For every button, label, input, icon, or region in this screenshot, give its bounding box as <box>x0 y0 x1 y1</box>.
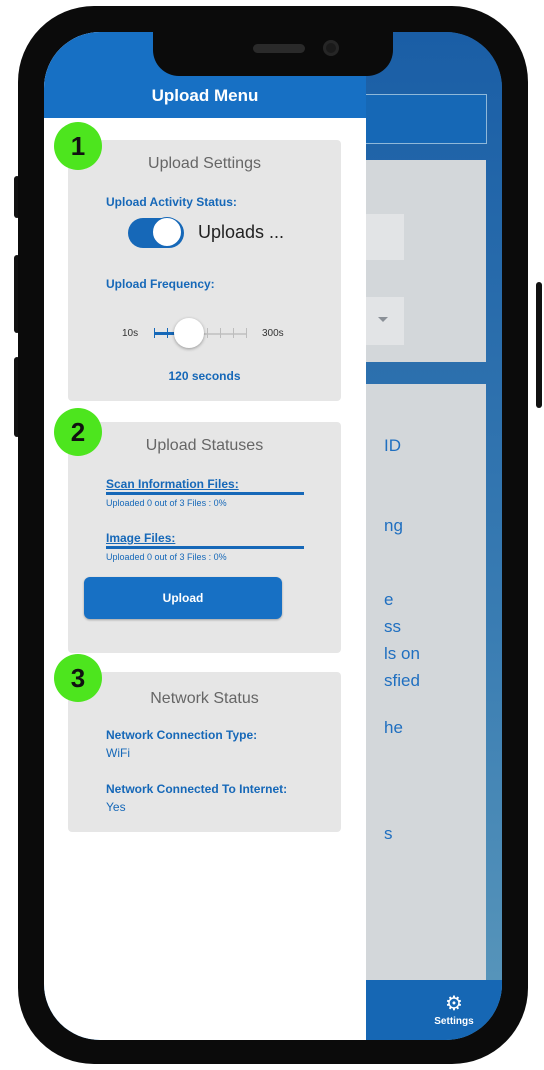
slider-tick <box>167 328 169 338</box>
notch <box>153 32 393 76</box>
upload-activity-label: Upload Activity Status: <box>106 195 237 209</box>
background-text-fragment: s <box>384 824 393 843</box>
upload-activity-status-text: Uploads ... <box>198 222 285 242</box>
step-badge-3: 3 <box>54 654 102 702</box>
gears-icon: ⚙ <box>445 993 463 1015</box>
upload-activity-toggle[interactable] <box>128 216 184 250</box>
step-badge-1: 1 <box>54 122 102 170</box>
background-text-fragment: ng <box>384 516 403 535</box>
background-text-fragment: e <box>384 590 394 609</box>
scan-information-files-label[interactable]: Scan Information Files: <box>106 477 239 491</box>
drawer-title: Upload Menu <box>151 86 259 105</box>
background-text-fragment: he <box>384 718 403 737</box>
phone-frame: ID ng e ss ls on sfied he s ⚙ Settings U… <box>18 6 528 1064</box>
background-form-card <box>364 160 486 362</box>
tab-settings-label: Settings <box>434 1016 474 1027</box>
chevron-down-icon <box>378 317 388 322</box>
background-select[interactable] <box>364 297 404 345</box>
scan-information-status: Uploaded 0 out of 3 Files : 0% <box>106 498 227 508</box>
background-text-fragment: ls on <box>384 644 420 663</box>
slider-max-label: 300s <box>262 328 284 339</box>
network-status-title: Network Status <box>150 690 259 707</box>
tab-settings[interactable]: ⚙ Settings <box>434 994 474 1027</box>
camera-icon <box>323 40 339 56</box>
phone-screen: ID ng e ss ls on sfied he s ⚙ Settings U… <box>44 32 502 1040</box>
upload-frequency-value: 120 seconds <box>168 369 241 383</box>
network-internet-value: Yes <box>106 800 126 814</box>
background-text-fragment: ID <box>384 436 401 455</box>
speaker-grille <box>253 44 305 53</box>
network-connection-type-value: WiFi <box>106 746 130 760</box>
background-header <box>364 94 487 144</box>
network-connection-type-label: Network Connection Type: <box>106 728 258 742</box>
upload-frequency-label: Upload Frequency: <box>106 277 215 291</box>
slider-tick <box>206 328 208 338</box>
image-files-progress-bar <box>106 546 304 549</box>
toggle-knob <box>152 217 182 247</box>
slider-tick <box>154 328 155 338</box>
slider-tick <box>219 328 221 338</box>
step-badge-2: 2 <box>54 408 102 456</box>
background-info-card <box>364 384 486 986</box>
image-files-label[interactable]: Image Files: <box>106 531 175 545</box>
background-input[interactable] <box>364 214 404 260</box>
upload-button[interactable]: Upload <box>84 577 282 619</box>
power-button <box>536 282 542 408</box>
background-text-fragment: ss <box>384 617 401 636</box>
image-files-status: Uploaded 0 out of 3 Files : 0% <box>106 552 227 562</box>
slider-tick <box>232 328 234 338</box>
upload-frequency-slider-thumb[interactable] <box>173 318 204 348</box>
background-text-fragment: sfied <box>384 671 420 690</box>
scan-information-progress-bar <box>106 492 304 495</box>
upload-statuses-title: Upload Statuses <box>145 437 264 454</box>
upload-settings-card: Upload Settings Upload Activity Status: … <box>68 140 341 401</box>
upload-settings-title: Upload Settings <box>148 155 261 172</box>
upload-menu-drawer: Upload Menu Upload Settings Upload Activ… <box>44 32 366 1040</box>
slider-min-label: 10s <box>122 328 139 339</box>
slider-tick <box>246 328 247 338</box>
network-internet-label: Network Connected To Internet: <box>106 782 288 796</box>
network-status-card: Network Status Network Connection Type: … <box>68 672 341 832</box>
